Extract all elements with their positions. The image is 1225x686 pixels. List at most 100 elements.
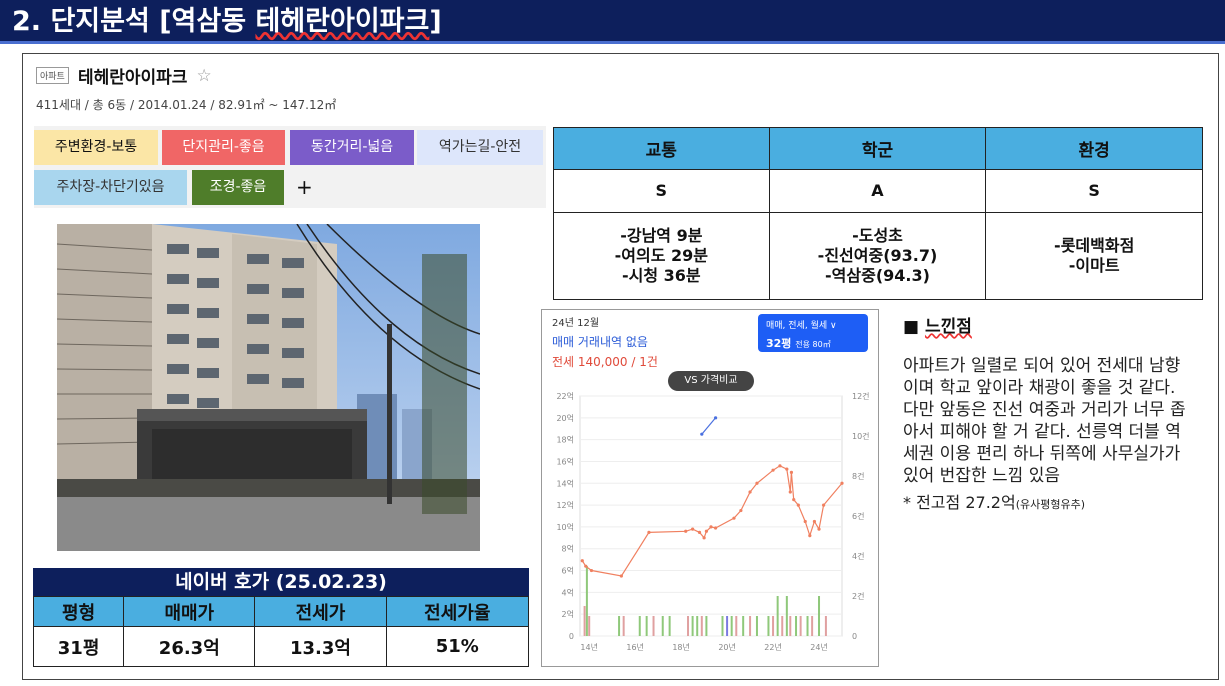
x-tick-label: 14년 (580, 642, 598, 652)
price-line (701, 417, 717, 435)
favorite-star-icon[interactable]: ☆ (197, 66, 212, 86)
volume-bar (824, 616, 827, 636)
volume-bar (749, 616, 752, 636)
price-point (785, 467, 789, 471)
trade-filter-text: 매매, 전세, 월세 (766, 321, 828, 331)
y-tick-label: 16억 (556, 456, 574, 466)
volume-bar (696, 616, 699, 636)
y2-tick-label: 0 (852, 632, 857, 641)
volume-bar (811, 616, 814, 636)
price-point (691, 527, 695, 531)
impressions-note: * 전고점 27.2억(유사평형유추) (903, 489, 1188, 513)
volume-bar (588, 616, 591, 636)
volume-bar (645, 616, 648, 636)
hoga-header: 전세가율 (385, 596, 530, 627)
price-chart: 0 2억 4억 6억 8억 10억 12억 14억 16억 18억 20억 22억 0 2건 4건 6건 8건 1… (556, 391, 870, 652)
price-point (647, 530, 651, 534)
apt-summary: 411세대 / 총 6동 / 2014.01.24 / 82.91㎡ ~ 147… (36, 98, 337, 112)
volume-bar (705, 616, 708, 636)
tag-building-distance[interactable]: 동간거리-넓음 (290, 130, 414, 165)
volume-bar (799, 616, 802, 636)
trade-filter-label: 매매, 전세, 월세 ∨ (766, 318, 837, 331)
apartment-photo (57, 224, 480, 551)
title-apt-name: 테헤란아이파크 (255, 6, 430, 37)
impressions-note-small: (유사평형유추) (1015, 498, 1085, 511)
volume-bar (789, 616, 792, 636)
y-tick-label: 2억 (562, 609, 574, 619)
impressions-body: 아파트가 일렬로 되어 있어 전세대 남향이며 학교 앞이라 채광이 좋을 것 … (903, 356, 1186, 486)
price-point (789, 470, 794, 474)
y-tick-label: 22억 (556, 391, 574, 401)
volume-bar (618, 616, 621, 636)
volume-bar (735, 616, 738, 636)
compare-price-button[interactable]: VS 가격비교 (668, 371, 754, 391)
x-tick-label: 20년 (718, 642, 736, 652)
chart-no-trade: 매매 거래내역 없음 (552, 335, 648, 349)
tag-management[interactable]: 단지관리-좋음 (162, 130, 285, 165)
y2-tick-label: 6건 (852, 511, 864, 521)
x-tick-label: 18년 (672, 642, 690, 652)
title-prefix: 2. 단지분석 [역삼동 (12, 6, 256, 37)
traffic-detail: -강남역 9분 -여의도 29분 -시청 36분 (553, 212, 770, 300)
grade-header-traffic: 교통 (553, 127, 770, 170)
price-point (755, 481, 759, 485)
hoga-size: 31평 (32, 626, 125, 667)
price-point (584, 564, 588, 568)
hoga-header: 매매가 (123, 596, 256, 627)
environment-detail: -롯데백화점 -이마트 (985, 212, 1203, 300)
volume-bar (785, 596, 788, 636)
volume-bar (622, 616, 625, 636)
price-point (709, 525, 713, 529)
volume-bar (781, 616, 784, 636)
add-tag-button[interactable]: + (286, 170, 322, 205)
volume-bar (795, 616, 798, 636)
traffic-line: -강남역 9분 (620, 226, 703, 245)
naver-hoga-table: 평형 매매가 전세가 전세가율 31평 26.3억 13.3억 51% (32, 596, 530, 667)
impressions-heading: ■ 느낀점 (903, 312, 1188, 337)
grade-school: A (768, 169, 987, 213)
y-tick-label: 4억 (562, 587, 574, 597)
volume-bar (700, 616, 703, 636)
price-point (702, 536, 706, 540)
grade-header-environment: 환경 (985, 127, 1203, 170)
environment-line: -이마트 (1068, 256, 1120, 275)
environment-line: -롯데백화점 (1054, 236, 1135, 255)
y2-tick-label: 8건 (852, 471, 864, 481)
grade-header-school: 학군 (768, 127, 987, 170)
tag-parking[interactable]: 주차장-차단기있음 (34, 170, 187, 205)
y2-tick-label: 4건 (852, 551, 864, 561)
price-point (739, 508, 743, 513)
trade-filter-dropdown[interactable]: 매매, 전세, 월세 ∨ 32평 전용 80㎡ (758, 314, 868, 352)
hoga-header: 평형 (32, 596, 125, 627)
price-point (713, 526, 718, 530)
school-line: -진선여중(93.7) (817, 246, 938, 265)
school-line: -도성초 (852, 226, 903, 245)
size-label: 32평 전용 80㎡ (766, 335, 831, 351)
y-tick-label: 0 (569, 632, 574, 641)
grade-environment: S (985, 169, 1203, 213)
traffic-line: -시청 36분 (622, 266, 701, 285)
apt-header: 아파트 테헤란아이파크 ☆ (36, 63, 212, 88)
volume-bar (652, 616, 655, 636)
volume-bar (806, 616, 809, 636)
volume-bar (585, 566, 588, 636)
tag-landscape[interactable]: 조경-좋음 (192, 170, 284, 205)
review-tags: 주변환경-보통 단지관리-좋음 동간거리-넓음 역가는길-안전 주차장-차단기있… (34, 126, 546, 208)
price-point (792, 498, 796, 502)
grade-table: 교통 학군 환경 S A S -강남역 9분 -여의도 29분 -시청 36분 … (553, 127, 1203, 300)
volume-bar (583, 606, 586, 636)
size-sub: 전용 80㎡ (795, 340, 831, 349)
volume-bar (755, 616, 758, 636)
y2-tick-label: 12건 (852, 391, 870, 401)
naver-hoga-title: 네이버 호가 (25.02.23) (33, 568, 529, 596)
price-point (732, 516, 736, 520)
tag-station-route[interactable]: 역가는길-안전 (417, 130, 543, 165)
volume-bar (772, 616, 775, 636)
price-point (822, 503, 826, 507)
price-point (684, 529, 688, 533)
tag-surroundings[interactable]: 주변환경-보통 (34, 130, 158, 165)
chart-month: 24년 12월 (552, 318, 600, 329)
price-point (619, 574, 623, 578)
price-point (803, 519, 807, 524)
title-suffix: ] (429, 6, 442, 37)
